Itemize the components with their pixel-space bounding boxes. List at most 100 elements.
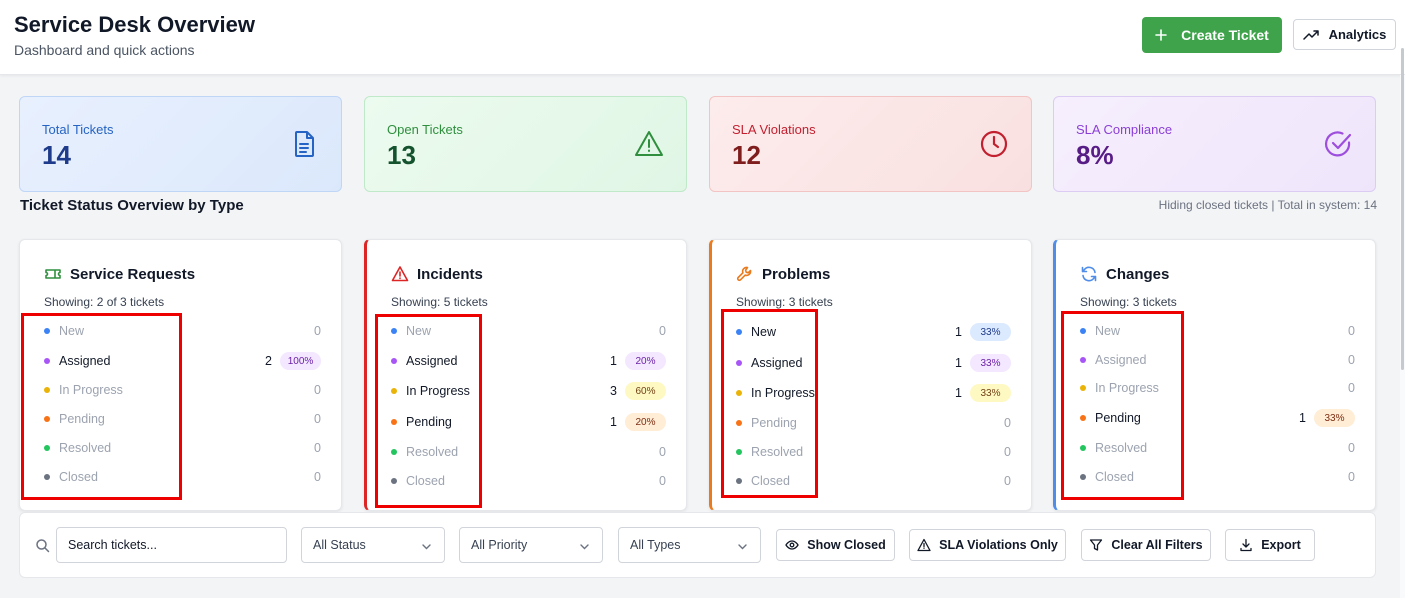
create-ticket-button[interactable]: Create Ticket xyxy=(1142,17,1282,53)
status-dot-icon xyxy=(44,387,50,393)
stat-label: SLA Compliance xyxy=(1076,122,1173,137)
ticket-icon xyxy=(45,269,61,279)
export-button[interactable]: Export xyxy=(1225,529,1315,561)
stat-sla-violations: SLA Violations 12 xyxy=(709,96,1032,192)
card-changes[interactable]: Changes Showing: 3 tickets New 0 Assigned 0… xyxy=(1053,239,1376,511)
percent-badge: 33% xyxy=(970,384,1011,402)
card-service-requests[interactable]: Service Requests Showing: 2 of 3 tickets… xyxy=(19,239,342,511)
status-row[interactable]: In Progress 0 xyxy=(1080,379,1355,397)
status-row[interactable]: Closed 0 xyxy=(736,472,1011,490)
status-label: Pending xyxy=(59,412,105,426)
status-row[interactable]: Pending 1 33% xyxy=(1080,409,1355,427)
stat-sla-compliance: SLA Compliance 8% xyxy=(1053,96,1376,192)
status-row[interactable]: New 1 33% xyxy=(736,323,1011,341)
status-dot-icon xyxy=(1080,357,1086,363)
types-select[interactable]: All Types xyxy=(618,527,761,563)
status-label: In Progress xyxy=(1095,381,1159,395)
card-title: Changes xyxy=(1106,265,1170,283)
status-row[interactable]: Resolved 0 xyxy=(736,443,1011,461)
page-header: Service Desk Overview Dashboard and quic… xyxy=(0,0,1405,75)
stat-value: 13 xyxy=(387,140,416,170)
status-row[interactable]: Pending 0 xyxy=(44,410,321,428)
stat-value: 12 xyxy=(732,140,761,170)
status-count: 0 xyxy=(1004,416,1011,430)
page-subtitle: Dashboard and quick actions xyxy=(14,42,195,58)
status-row[interactable]: Closed 0 xyxy=(1080,468,1355,486)
scrollbar-thumb[interactable] xyxy=(1401,48,1404,370)
status-row[interactable]: Closed 0 xyxy=(391,472,666,490)
status-row[interactable]: Assigned 1 20% xyxy=(391,352,666,370)
status-row[interactable]: New 0 xyxy=(44,322,321,340)
clear-all-filters-button[interactable]: Clear All Filters xyxy=(1081,529,1211,561)
status-dot-icon xyxy=(736,329,742,335)
status-count: 0 xyxy=(314,441,321,455)
status-select[interactable]: All Status xyxy=(301,527,445,563)
status-count: 1 xyxy=(610,354,617,368)
status-row[interactable]: Assigned 1 33% xyxy=(736,354,1011,372)
status-dot-icon xyxy=(736,390,742,396)
status-row[interactable]: Assigned 0 xyxy=(1080,351,1355,369)
status-dot-icon xyxy=(736,449,742,455)
sla-violations-only-button[interactable]: SLA Violations Only xyxy=(909,529,1066,561)
check-circle-icon xyxy=(1325,131,1352,157)
document-icon xyxy=(295,131,314,157)
status-dot-icon xyxy=(44,358,50,364)
card-header: Incidents xyxy=(391,265,483,283)
status-row[interactable]: Resolved 0 xyxy=(391,443,666,461)
analytics-button[interactable]: Analytics xyxy=(1293,19,1396,50)
status-row[interactable]: In Progress 1 33% xyxy=(736,384,1011,402)
status-row[interactable]: Assigned 2 100% xyxy=(44,352,321,370)
status-label: Resolved xyxy=(751,445,804,459)
status-label: In Progress xyxy=(406,384,470,398)
stat-value: 14 xyxy=(42,140,71,170)
stat-label: Open Tickets xyxy=(387,122,463,137)
status-row[interactable]: Resolved 0 xyxy=(1080,439,1355,457)
status-label: Closed xyxy=(406,474,445,488)
status-label: Resolved xyxy=(406,445,459,459)
status-count: 0 xyxy=(659,324,666,338)
status-row[interactable]: Resolved 0 xyxy=(44,439,321,457)
status-count: 2 xyxy=(265,354,272,368)
card-incidents[interactable]: Incidents Showing: 5 tickets New 0 Assigne… xyxy=(364,239,687,511)
status-row[interactable]: In Progress 3 60% xyxy=(391,382,666,400)
priority-select-value: All Priority xyxy=(471,538,528,552)
page-title: Service Desk Overview xyxy=(14,12,255,37)
refresh-icon xyxy=(1081,266,1097,282)
stat-total-tickets: Total Tickets 14 xyxy=(19,96,342,192)
status-count: 0 xyxy=(1348,353,1355,367)
status-row[interactable]: New 0 xyxy=(391,322,666,340)
percent-badge: 33% xyxy=(1314,409,1355,427)
chevron-down-icon xyxy=(422,544,431,550)
status-label: Resolved xyxy=(59,441,112,455)
status-label: Assigned xyxy=(59,354,111,368)
status-row[interactable]: Closed 0 xyxy=(44,468,321,486)
status-label: New xyxy=(406,324,432,338)
status-row[interactable]: Pending 0 xyxy=(736,414,1011,432)
status-label: Assigned xyxy=(406,354,458,368)
card-problems[interactable]: Problems Showing: 3 tickets New 1 33% Assig… xyxy=(709,239,1032,511)
status-label: New xyxy=(1095,324,1121,338)
show-closed-button[interactable]: Show Closed xyxy=(776,529,895,561)
status-label: New xyxy=(751,325,777,339)
card-subtitle: Showing: 3 tickets xyxy=(736,295,833,309)
status-row[interactable]: New 0 xyxy=(1080,322,1355,340)
clock-icon xyxy=(980,130,1008,158)
analytics-label: Analytics xyxy=(1328,27,1387,42)
status-row[interactable]: In Progress 0 xyxy=(44,381,321,399)
card-subtitle: Showing: 2 of 3 tickets xyxy=(44,295,165,309)
wrench-icon xyxy=(736,266,752,282)
status-count: 0 xyxy=(1348,324,1355,338)
sla-violations-only-label: SLA Violations Only xyxy=(939,538,1058,552)
percent-badge: 100% xyxy=(280,352,321,370)
alert-triangle-icon xyxy=(391,266,409,282)
card-title: Incidents xyxy=(417,265,483,283)
status-row[interactable]: Pending 1 20% xyxy=(391,413,666,431)
status-dot-icon xyxy=(1080,385,1086,391)
status-count: 0 xyxy=(659,474,666,488)
search-input[interactable] xyxy=(56,527,287,563)
status-count: 0 xyxy=(314,470,321,484)
status-dot-icon xyxy=(1080,415,1086,421)
priority-select[interactable]: All Priority xyxy=(459,527,603,563)
status-count: 0 xyxy=(1004,474,1011,488)
status-label: Closed xyxy=(751,474,790,488)
